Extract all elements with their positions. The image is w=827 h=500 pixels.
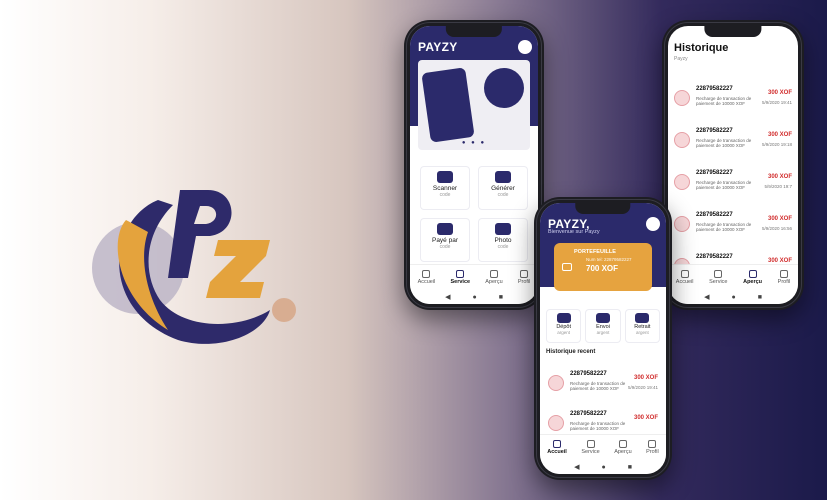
promo-banner: ● ● ● [418,60,530,150]
phone-illustration-icon [421,67,475,143]
list-item[interactable]: 22879582227 Recharge de transaction de p… [672,84,794,116]
tile-paye-par[interactable]: Payé par code [420,218,470,262]
back-icon[interactable]: ◀ [704,293,709,301]
chart-icon [489,270,498,278]
phone-home-screen: PAYZY, Bienvenue sur Payzy PORTEFEUILLE … [534,197,672,480]
deposit-icon [556,313,571,323]
tab-profil[interactable]: Profil [646,440,659,455]
home-icon [553,440,562,448]
retrait-button[interactable]: Retrait argent [624,309,660,343]
logo-circle-icon [484,68,524,108]
list-item[interactable]: 22879582227 Recharge de transaction de p… [672,210,794,242]
tab-profil[interactable]: Profil [518,270,530,285]
service-grid: Scanner code Générer code Payé par code … [420,166,528,262]
phone-service-screen: PAYZY ● ● ● Scanner code Générer code Pa… [404,20,544,310]
section-title: Historique recent [546,349,596,355]
tile-generer[interactable]: Générer code [478,166,528,210]
withdraw-icon [635,313,650,323]
transaction-icon [674,174,690,190]
send-icon [586,440,595,448]
tab-service[interactable]: Service [709,270,727,285]
wallet-balance: 700 XOF [586,264,619,273]
tab-accueil[interactable]: Accueil [676,270,694,285]
tab-service[interactable]: Service [450,270,470,285]
send-icon [456,270,465,278]
recents-icon[interactable]: ■ [628,464,632,471]
qr-generate-icon [495,171,511,183]
page-title: Historique [674,42,729,54]
recents-icon[interactable]: ■ [499,294,503,301]
list-item[interactable]: 22879582227 Recharge de transaction de p… [672,168,794,200]
transaction-icon [548,375,564,391]
camera-icon [495,223,511,235]
transaction-icon [674,90,690,106]
back-icon[interactable]: ◀ [445,293,450,301]
carousel-dots[interactable]: ● ● ● [462,140,486,146]
android-nav-bar: ◀ ● ■ [540,460,666,474]
qr-scan-icon [437,171,453,183]
wallet-icon [562,263,572,271]
send-icon [714,270,723,278]
depot-button[interactable]: Dépôt argent [546,309,582,343]
user-icon [648,440,657,448]
home-icon [680,270,689,278]
tab-accueil[interactable]: Accueil [418,270,435,285]
transaction-icon [674,216,690,232]
welcome-text: Bienvenue sur Payzy [548,229,600,235]
phone-history-screen: Historique Payzy 22879582227 Recharge de… [662,20,804,310]
home-circle-icon[interactable]: ● [731,294,735,301]
tile-scanner[interactable]: Scanner code [420,166,470,210]
tab-profil[interactable]: Profil [778,270,790,285]
bottom-tab-bar: Accueil Service Aperçu Profil [668,264,798,290]
user-icon [779,270,788,278]
transaction-icon [674,132,690,148]
user-icon [520,270,529,278]
envoi-button[interactable]: Envoi argent [585,309,621,343]
profile-icon[interactable] [518,40,532,54]
list-item[interactable]: 22879582227 Recharge de transaction de p… [672,126,794,158]
tab-apercu[interactable]: Aperçu [743,270,762,285]
page-subtitle: Payzy [674,56,688,62]
chart-icon [748,270,757,278]
tab-apercu[interactable]: Aperçu [614,440,632,455]
tab-apercu[interactable]: Aperçu [485,270,503,285]
recents-icon[interactable]: ■ [758,294,762,301]
home-circle-icon[interactable]: ● [601,464,605,471]
wallet-card[interactable]: PORTEFEUILLE Num tel: 22879582227 700 XO… [554,243,652,291]
tab-accueil[interactable]: Accueil [547,440,567,455]
android-nav-bar: ◀ ● ■ [410,290,538,304]
pay-icon [437,223,453,235]
transaction-icon [548,415,564,431]
tab-service[interactable]: Service [581,440,600,455]
brand-title: PAYZY [418,40,458,54]
send-money-icon [595,313,610,323]
back-icon[interactable]: ◀ [574,463,579,471]
android-nav-bar: ◀ ● ■ [668,290,798,304]
chart-icon [618,440,627,448]
profile-icon[interactable] [646,217,660,231]
quick-actions: Dépôt argent Envoi argent Retrait argent [546,309,660,343]
bottom-tab-bar: Accueil Service Aperçu Profil [540,434,666,460]
tile-photo[interactable]: Photo code [478,218,528,262]
list-item[interactable]: 22879582227 Recharge de transaction de p… [546,369,660,401]
payzy-logo [92,190,296,344]
bottom-tab-bar: Accueil Service Aperçu Profil [410,264,538,290]
home-icon [422,270,431,278]
home-circle-icon[interactable]: ● [472,294,476,301]
